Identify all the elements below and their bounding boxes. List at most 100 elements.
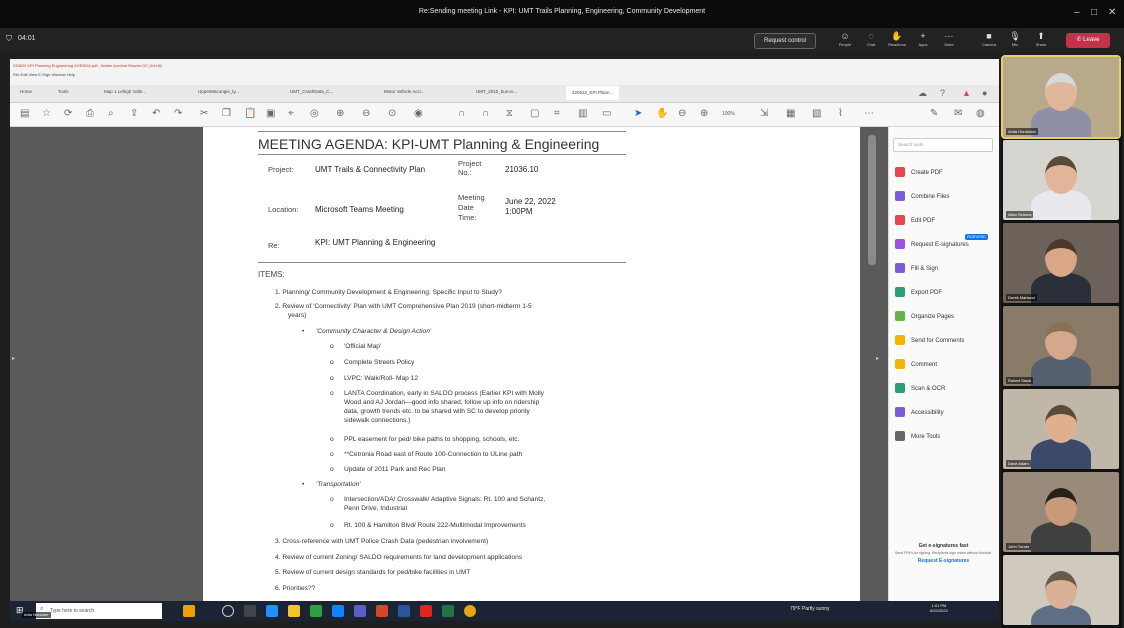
image-icon[interactable]: ▣	[266, 108, 275, 119]
zoom-level[interactable]: 100%	[722, 111, 735, 117]
comment-icon[interactable]: ▭	[602, 108, 611, 119]
fit-icon[interactable]: ⇲	[760, 108, 768, 119]
people-button[interactable]: ☺ People	[834, 30, 856, 47]
tool-create-pdf[interactable]: Create PDF	[895, 166, 999, 180]
tool-edit-pdf[interactable]: Edit PDF	[895, 214, 999, 228]
down-icon[interactable]: ⊖	[362, 108, 370, 119]
find-icon[interactable]: ⌖	[288, 108, 294, 119]
bell-icon[interactable]: ▲	[962, 88, 971, 98]
left-collapse-arrow-icon[interactable]: ▸	[12, 355, 15, 362]
mail-icon[interactable]: ✉	[954, 108, 962, 119]
camera-button[interactable]: ■ Camera	[978, 30, 1000, 47]
tool-accessibility[interactable]: Accessibility	[895, 406, 999, 420]
tab-doc[interactable]: UpperMacungie_ty...	[198, 89, 239, 94]
zoom-in-icon[interactable]: ⊕	[700, 108, 708, 119]
tools-search-input[interactable]: Search tools	[893, 138, 993, 152]
search-icon[interactable]: ⌕	[108, 108, 114, 119]
reactions-button[interactable]: ✋ Reactions	[886, 30, 908, 47]
next-icon[interactable]: ◉	[414, 108, 423, 119]
redo-icon[interactable]: ↷	[174, 108, 182, 119]
tab-home[interactable]: Home	[20, 89, 32, 94]
cut-icon[interactable]: ✂	[200, 108, 208, 119]
acrobat-menu-bar[interactable]: File Edit View E-Sign Window Help	[13, 72, 75, 77]
mail-app-icon[interactable]	[332, 605, 344, 617]
clipboard-icon[interactable]: 📋	[244, 108, 256, 119]
undo-icon[interactable]: ↶	[152, 108, 160, 119]
tool-comment[interactable]: Comment	[895, 358, 999, 372]
account-icon[interactable]: ●	[982, 88, 987, 98]
office-icon[interactable]	[376, 605, 388, 617]
zoom-out-icon[interactable]: ⊖	[678, 108, 686, 119]
grid-icon[interactable]: ⌗	[554, 108, 560, 119]
minimize-button[interactable]: –	[1074, 7, 1080, 18]
excel-icon[interactable]	[442, 605, 454, 617]
participant-tile[interactable]: Dave Adam	[1003, 389, 1119, 469]
up-icon[interactable]: ⊕	[336, 108, 344, 119]
print-icon[interactable]: ⎙	[86, 108, 94, 119]
request-esignatures-link[interactable]: Request E-signatures	[890, 558, 997, 564]
tool-fill-sign[interactable]: Fill & Sign	[895, 262, 999, 276]
cloud-icon[interactable]: ☁	[918, 88, 927, 99]
highlight-icon[interactable]: ▧	[812, 108, 821, 119]
share-button[interactable]: ⬆ Share	[1030, 30, 1052, 47]
hand-icon[interactable]: ✋	[656, 108, 668, 119]
pen-icon[interactable]: ✎	[930, 108, 938, 119]
task-view-icon[interactable]	[222, 605, 234, 617]
participant-tile[interactable]: John Turner	[1003, 472, 1119, 552]
close-button[interactable]: ✕	[1108, 7, 1116, 18]
widgets-icon[interactable]	[244, 605, 256, 617]
chrome-icon[interactable]	[310, 605, 322, 617]
participant-tile[interactable]: Allan Simons	[1003, 140, 1119, 220]
participant-tile[interactable]	[1003, 555, 1119, 625]
save-icon[interactable]: ▤	[20, 108, 29, 119]
scroll-icon[interactable]: ▦	[786, 108, 795, 119]
word-icon[interactable]	[398, 605, 410, 617]
chat-button[interactable]: ◌ Chat	[860, 30, 882, 47]
link-icon[interactable]: ∩	[458, 108, 465, 119]
more-button[interactable]: ··· More	[938, 30, 960, 47]
tool-combine-files[interactable]: Combine Files	[895, 190, 999, 204]
maximize-button[interactable]: □	[1091, 7, 1097, 18]
participant-tile[interactable]: Anita Hunsicker	[1001, 55, 1121, 139]
tool-organize-pages[interactable]: Organize Pages	[895, 310, 999, 324]
participant-tile[interactable]: Robert Stock	[1003, 306, 1119, 386]
tab-doc-active[interactable]: 220622_KPI Plann...	[566, 86, 620, 100]
teams-icon[interactable]	[354, 605, 366, 617]
help-icon[interactable]: ?	[940, 88, 945, 98]
tab-tools[interactable]: Tools	[58, 89, 69, 94]
right-collapse-arrow-icon[interactable]: ▸	[876, 355, 879, 362]
link-icon[interactable]: ∩	[482, 108, 489, 119]
page-icon[interactable]: ▢	[530, 108, 539, 119]
profile-icon[interactable]: ◍	[976, 108, 985, 119]
weather-widget-icon[interactable]	[183, 605, 195, 617]
share-icon[interactable]: ⇪	[130, 108, 138, 119]
split-icon[interactable]: ⧖	[506, 108, 513, 119]
clock[interactable]: 1:01 PM 6/22/2022	[930, 603, 948, 613]
tool-send-for-comments[interactable]: Send for Comments	[895, 334, 999, 348]
sign-icon[interactable]: ⌇	[838, 108, 843, 119]
leave-button[interactable]: ✆ Leave	[1066, 33, 1110, 48]
forward-icon[interactable]: ⊙	[388, 108, 396, 119]
file-explorer-icon[interactable]	[288, 605, 300, 617]
acrobat-icon[interactable]	[420, 605, 432, 617]
circle-icon[interactable]: ◎	[310, 108, 319, 119]
edge-icon[interactable]	[266, 605, 278, 617]
tool-request-e-signatures[interactable]: Request E-signatures	[895, 238, 999, 252]
request-control-button[interactable]: Request control	[754, 33, 816, 49]
tool-export-pdf[interactable]: Export PDF	[895, 286, 999, 300]
app-icon[interactable]	[464, 605, 476, 617]
cursor-icon[interactable]: ➤	[634, 108, 642, 119]
star-icon[interactable]: ☆	[42, 108, 51, 119]
more-icon[interactable]: ⋯	[864, 108, 874, 119]
upload-icon[interactable]: ⟳	[64, 108, 72, 119]
weather-tray[interactable]: 79°F Partly sunny	[790, 606, 830, 612]
tab-doc[interactable]: UMT_CrashData_C...	[290, 89, 333, 94]
taskbar-search-input[interactable]: Type here to search	[36, 603, 162, 619]
tool-more-tools[interactable]: More Tools	[895, 430, 999, 444]
apps-button[interactable]: + Apps	[912, 30, 934, 47]
copy-icon[interactable]: ❐	[222, 108, 231, 119]
tab-doc[interactable]: Map 1 Lehigh Valle...	[104, 89, 146, 94]
scrollbar[interactable]	[868, 135, 876, 265]
tab-doc[interactable]: Motor Vehicle Acci...	[384, 89, 425, 94]
two-page-icon[interactable]: ▥	[578, 108, 587, 119]
